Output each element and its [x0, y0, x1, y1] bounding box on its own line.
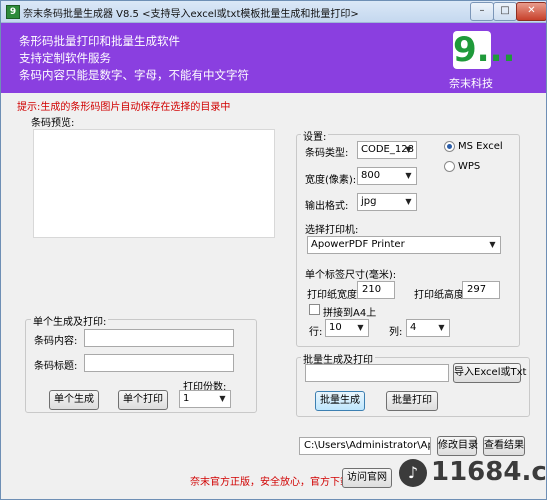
window-title: 奈末条码批量生成器 V8.5 <支持导入excel或txt模板批量生成和批量打印…	[23, 9, 359, 20]
watermark-text: 11684.com	[431, 457, 547, 487]
rows-value: 10	[329, 322, 342, 333]
batch-generate-button[interactable]: 批量生成	[315, 391, 365, 411]
barcode-title-input[interactable]	[84, 354, 234, 372]
watermark-logo-icon: ♪	[399, 459, 427, 487]
single-group-title: 单个生成及打印:	[31, 313, 109, 328]
company-name: 奈末科技	[449, 77, 493, 90]
width-label: 宽度(像素):	[305, 175, 357, 186]
wps-radio[interactable]	[444, 161, 455, 172]
a4-stitch-label: 拼接到A4上	[323, 308, 377, 319]
preview-label: 条码预览:	[31, 118, 75, 129]
printer-select[interactable]: ApowerPDF Printer ▼	[307, 236, 501, 254]
width-select[interactable]: 800 ▼	[357, 167, 417, 185]
paper-width-input[interactable]: 210	[357, 281, 395, 299]
ms-excel-label: MS Excel	[458, 141, 503, 152]
barcode-preview	[33, 129, 275, 238]
banner-line: 支持定制软件服务	[19, 51, 111, 65]
printer-value: ApowerPDF Printer	[311, 239, 405, 250]
rows-label: 行:	[309, 327, 323, 338]
paper-width-label: 打印纸宽度:	[307, 290, 361, 301]
app-window: 9 奈末条码批量生成器 V8.5 <支持导入excel或txt模板批量生成和批量…	[0, 0, 547, 500]
single-generate-button[interactable]: 单个生成	[49, 390, 99, 410]
title-label: 条码标题:	[34, 361, 78, 372]
barcode-type-select[interactable]: CODE_128 ▼	[357, 141, 417, 159]
paper-height-input[interactable]: 297	[462, 281, 500, 299]
barcode-content-input[interactable]	[84, 329, 234, 347]
banner-line: 条码内容只能是数字、字母，不能有中文字符	[19, 68, 249, 82]
chevron-down-icon: ▼	[489, 240, 496, 249]
company-logo: 9...	[453, 31, 515, 69]
app-icon: 9	[6, 5, 20, 19]
format-label: 输出格式:	[305, 201, 349, 212]
rows-select[interactable]: 10 ▼	[325, 319, 369, 337]
settings-group-title: 设置:	[301, 128, 329, 143]
title-bar[interactable]: 9 奈末条码批量生成器 V8.5 <支持导入excel或txt模板批量生成和批量…	[1, 1, 546, 23]
content-label: 条码内容:	[34, 336, 78, 347]
width-value: 800	[361, 170, 381, 181]
barcode-type-label: 条码类型:	[305, 148, 349, 159]
footer-note: 奈末官方正版，安全放心，官方下载-->	[190, 477, 366, 488]
site-watermark: ♪ 11684.com	[399, 451, 547, 497]
wps-label: WPS	[458, 161, 481, 172]
copies-value: 1	[183, 393, 190, 404]
single-print-button[interactable]: 单个打印	[118, 390, 168, 410]
header-banner: 条形码批量打印和批量生成软件 支持定制软件服务 条码内容只能是数字、字母，不能有…	[1, 23, 546, 93]
cols-select[interactable]: 4 ▼	[406, 319, 450, 337]
paper-height-label: 打印纸高度:	[414, 290, 468, 301]
chevron-down-icon: ▼	[405, 145, 412, 154]
chevron-down-icon: ▼	[357, 323, 364, 332]
visit-website-button[interactable]: 访问官网	[342, 468, 392, 488]
format-value: jpg	[361, 196, 377, 207]
banner-line: 条形码批量打印和批量生成软件	[19, 34, 180, 48]
chevron-down-icon: ▼	[405, 197, 412, 206]
maximize-button[interactable]: □	[493, 2, 517, 21]
printer-label: 选择打印机:	[305, 225, 359, 236]
import-excel-txt-button[interactable]: 导入Excel或Txt	[453, 363, 526, 383]
label-size-label: 单个标签尺寸(毫米):	[305, 270, 397, 281]
chevron-down-icon: ▼	[219, 394, 226, 403]
batch-print-button[interactable]: 批量打印	[386, 391, 438, 411]
logo-mark: 9...	[453, 30, 516, 70]
format-select[interactable]: jpg ▼	[357, 193, 417, 211]
ms-excel-radio[interactable]	[444, 141, 455, 152]
cols-label: 列:	[389, 327, 403, 338]
a4-stitch-checkbox[interactable]	[309, 304, 320, 315]
copies-select[interactable]: 1 ▼	[179, 390, 231, 408]
minimize-button[interactable]: –	[470, 2, 494, 21]
batch-file-input[interactable]	[305, 364, 449, 382]
cols-value: 4	[410, 322, 417, 333]
chevron-down-icon: ▼	[438, 323, 445, 332]
save-hint: 提示:生成的条形码图片自动保存在选择的目录中	[17, 102, 231, 113]
close-button[interactable]: ✕	[516, 2, 546, 21]
chevron-down-icon: ▼	[405, 171, 412, 180]
